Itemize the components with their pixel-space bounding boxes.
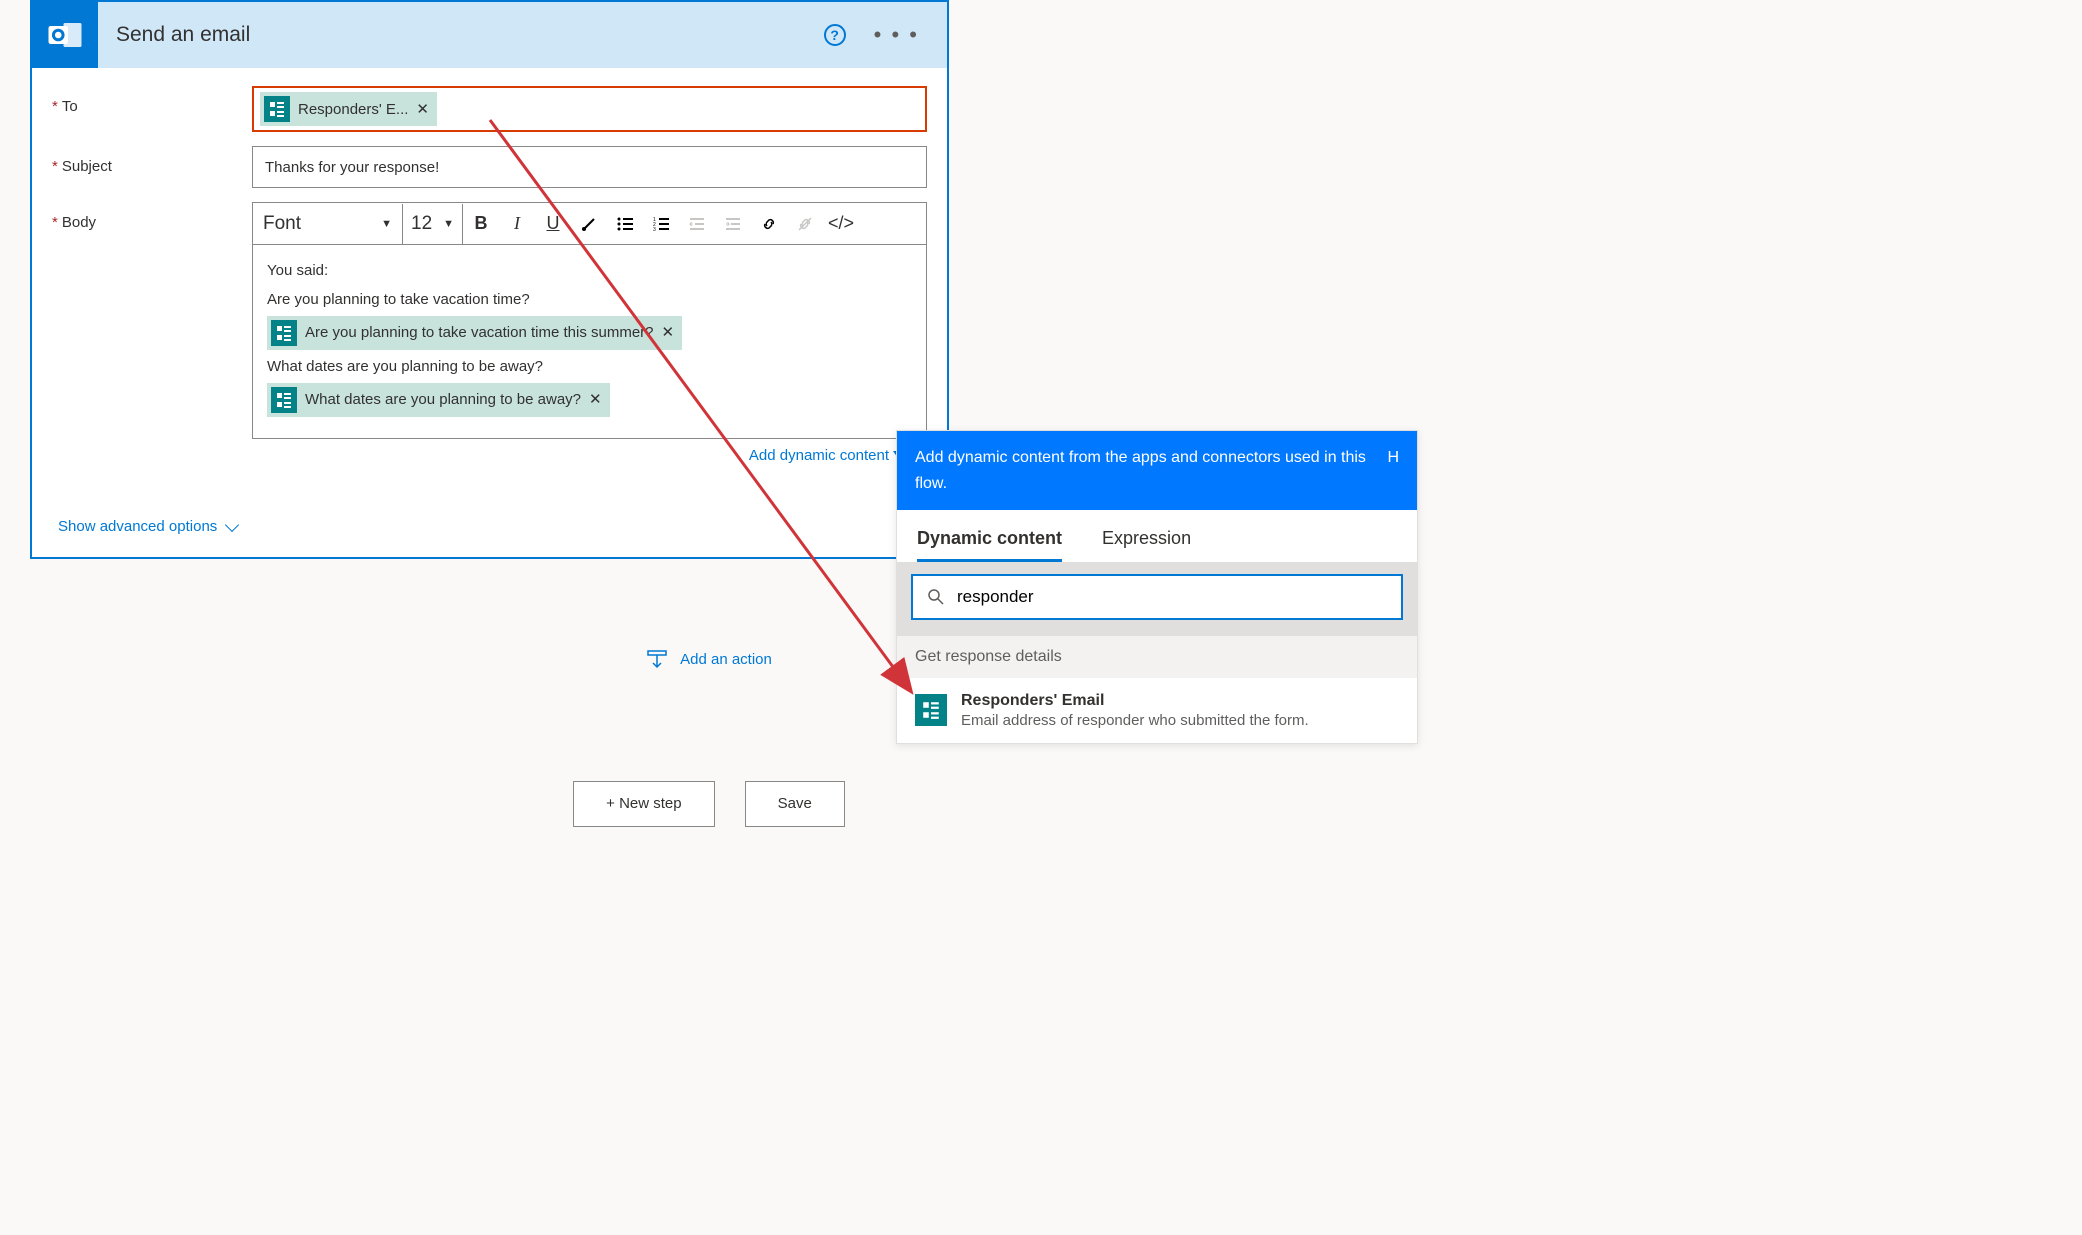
body-text: What dates are you planning to be away? bbox=[267, 353, 912, 382]
dc-item-title: Responders' Email bbox=[961, 692, 1309, 710]
body-text: Are you planning to take vacation time? bbox=[267, 286, 912, 315]
body-content[interactable]: You said: Are you planning to take vacat… bbox=[253, 245, 926, 438]
new-step-button[interactable]: + New step bbox=[573, 781, 714, 827]
color-button[interactable] bbox=[571, 204, 607, 244]
add-action-icon bbox=[646, 649, 668, 671]
add-dynamic-content-link[interactable]: Add dynamic content bbox=[252, 439, 927, 464]
numbered-list-button[interactable]: 123 bbox=[643, 204, 679, 244]
to-token-label: Responders' E... bbox=[298, 101, 408, 118]
help-icon[interactable]: ? bbox=[824, 24, 846, 46]
dc-item-responders-email[interactable]: Responders' Email Email address of respo… bbox=[897, 678, 1417, 743]
svg-text:3: 3 bbox=[653, 227, 656, 233]
font-selector[interactable]: Font▼ bbox=[253, 204, 403, 244]
forms-icon bbox=[271, 387, 297, 413]
remove-token-icon[interactable]: ✕ bbox=[662, 319, 675, 348]
outdent-button[interactable] bbox=[679, 204, 715, 244]
remove-token-icon[interactable]: ✕ bbox=[589, 386, 602, 415]
dynamic-content-panel: Add dynamic content from the apps and co… bbox=[896, 430, 1418, 744]
dc-tabs: Dynamic content Expression bbox=[897, 510, 1417, 562]
indent-button[interactable] bbox=[715, 204, 751, 244]
label-subject: *Subject bbox=[52, 146, 252, 175]
link-button[interactable] bbox=[751, 204, 787, 244]
forms-icon bbox=[264, 96, 290, 122]
underline-button[interactable]: U bbox=[535, 204, 571, 244]
dc-section-header: Get response details bbox=[897, 636, 1417, 678]
bold-button[interactable]: B bbox=[463, 204, 499, 244]
to-field[interactable]: Responders' E... ✕ bbox=[252, 86, 927, 132]
hide-link[interactable]: H bbox=[1387, 445, 1399, 471]
italic-button[interactable]: I bbox=[499, 204, 535, 244]
search-icon bbox=[927, 588, 945, 606]
rich-text-toolbar: Font▼ 12▼ B I U 123 bbox=[253, 203, 926, 245]
send-email-card: Send an email ? • • • *To Responders' E.… bbox=[30, 0, 949, 559]
chevron-down-icon bbox=[225, 517, 239, 531]
code-view-button[interactable]: </> bbox=[823, 204, 859, 244]
card-header[interactable]: Send an email ? • • • bbox=[32, 2, 947, 68]
dc-search-box[interactable] bbox=[911, 574, 1403, 620]
remove-token-icon[interactable]: ✕ bbox=[416, 100, 429, 118]
font-size-selector[interactable]: 12▼ bbox=[403, 204, 463, 244]
dc-item-description: Email address of responder who submitted… bbox=[961, 712, 1309, 729]
body-text: You said: bbox=[267, 257, 912, 286]
dc-hero-text: Add dynamic content from the apps and co… bbox=[915, 445, 1387, 496]
label-to: *To bbox=[52, 86, 252, 115]
dc-hero: Add dynamic content from the apps and co… bbox=[897, 431, 1417, 510]
tab-dynamic-content[interactable]: Dynamic content bbox=[917, 528, 1062, 562]
show-advanced-options-link[interactable]: Show advanced options bbox=[52, 478, 927, 535]
body-editor: Font▼ 12▼ B I U 123 bbox=[252, 202, 927, 439]
to-token-responders-email[interactable]: Responders' E... ✕ bbox=[260, 92, 437, 126]
label-body: *Body bbox=[52, 202, 252, 231]
body-token-vacation[interactable]: Are you planning to take vacation time t… bbox=[267, 316, 682, 350]
subject-input[interactable] bbox=[252, 146, 927, 188]
unlink-button[interactable] bbox=[787, 204, 823, 244]
bullet-list-button[interactable] bbox=[607, 204, 643, 244]
forms-icon bbox=[915, 694, 947, 726]
card-title: Send an email bbox=[98, 23, 824, 47]
forms-icon bbox=[271, 320, 297, 346]
tab-expression[interactable]: Expression bbox=[1102, 528, 1191, 562]
dc-search-input[interactable] bbox=[957, 587, 1387, 607]
outlook-icon bbox=[32, 2, 98, 68]
body-token-dates[interactable]: What dates are you planning to be away? … bbox=[267, 383, 610, 417]
save-button[interactable]: Save bbox=[745, 781, 845, 827]
